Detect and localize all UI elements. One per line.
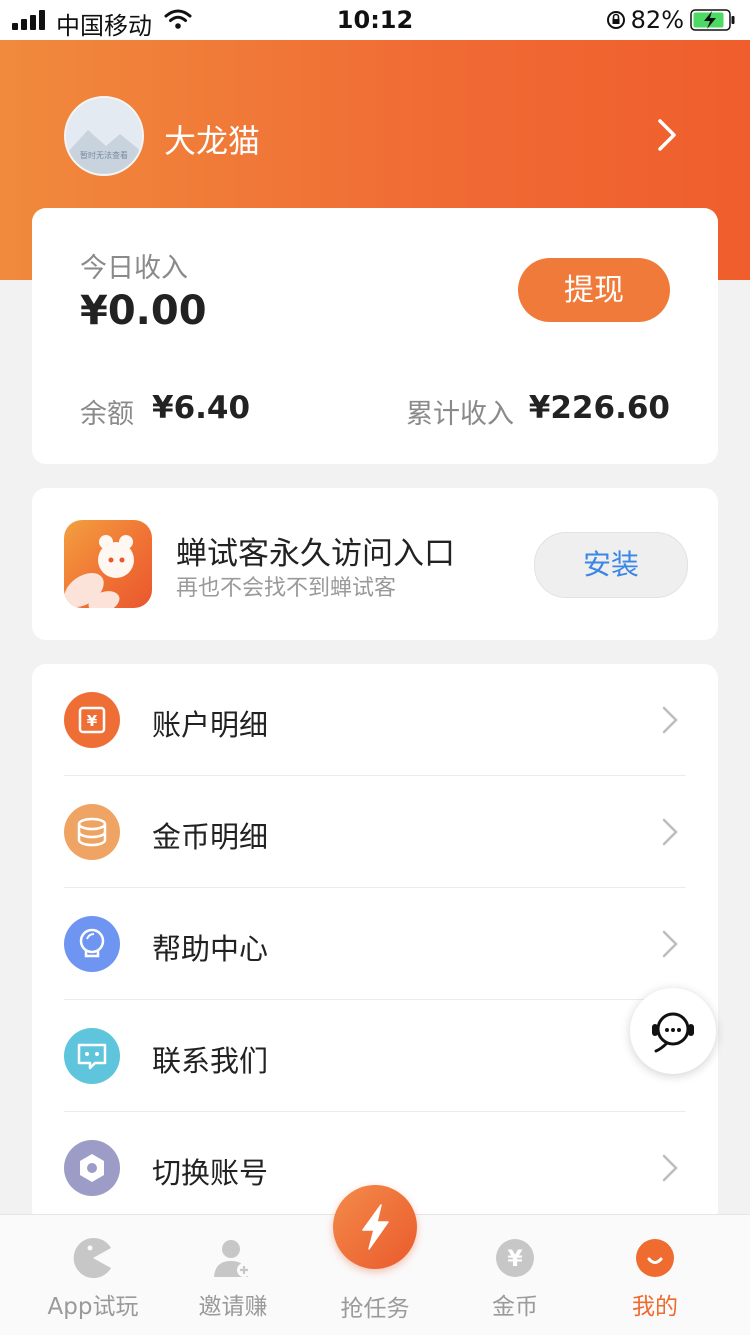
add-user-icon <box>214 1240 251 1277</box>
menu-item-label: 联系我们 <box>152 1044 269 1078</box>
tab-bar: App试玩 邀请赚 抢任务 ¥ 金币 我的 <box>0 1185 750 1335</box>
tab-mine[interactable]: 我的 <box>580 1215 730 1335</box>
tab-label: 金币 <box>492 1294 538 1320</box>
total-income-label: 累计收入 <box>406 399 514 430</box>
menu-item-label: 帮助中心 <box>152 932 269 966</box>
battery-percent: 82% <box>630 6 684 34</box>
balance-value: ¥6.40 <box>152 390 251 426</box>
avatar[interactable]: 暂时无法查看 <box>64 96 144 176</box>
menu-item-coin-details[interactable]: 金币明细 <box>32 776 718 888</box>
menu-item-contact-us[interactable]: 联系我们 <box>32 1000 718 1112</box>
chevron-right-icon <box>662 706 678 734</box>
svg-text:¥: ¥ <box>507 1247 523 1272</box>
today-income-label: 今日收入 <box>80 253 188 284</box>
chevron-right-icon[interactable] <box>656 118 678 152</box>
customer-support-button[interactable] <box>630 988 716 1074</box>
avatar-caption: 暂时无法查看 <box>80 151 128 160</box>
rotation-lock-icon <box>607 11 625 29</box>
total-income-value: ¥226.60 <box>528 390 670 426</box>
smile-icon <box>636 1239 674 1277</box>
menu-item-label: 账户明细 <box>152 708 269 742</box>
income-card: 今日收入 ¥0.00 提现 余额 ¥6.40 累计收入 ¥226.60 <box>32 208 718 464</box>
tab-coins[interactable]: ¥ 金币 <box>440 1215 590 1335</box>
tab-grab-tasks[interactable]: 抢任务 <box>300 1185 450 1335</box>
coins-stack-icon <box>64 804 120 860</box>
gear-icon <box>64 1140 120 1196</box>
chat-icon <box>64 1028 120 1084</box>
app-logo-icon <box>64 520 152 608</box>
today-income-amount: ¥0.00 <box>80 288 207 334</box>
menu-list: ¥ 账户明细 金币明细 帮助中心 联系我们 切换账号 <box>32 664 718 1224</box>
menu-item-label: 金币明细 <box>152 820 269 854</box>
headset-icon <box>652 1012 694 1053</box>
menu-item-account-details[interactable]: ¥ 账户明细 <box>32 664 718 776</box>
promo-subtitle: 再也不会找不到蝉试客 <box>176 576 397 601</box>
status-bar: 中国移动 10:12 82% <box>0 0 750 40</box>
withdraw-button[interactable]: 提现 <box>518 258 670 322</box>
svg-text:¥: ¥ <box>87 712 98 730</box>
chevron-right-icon <box>662 930 678 958</box>
tab-label: App试玩 <box>47 1294 139 1320</box>
promo-card: 蝉试客永久访问入口 再也不会找不到蝉试客 安装 <box>32 488 718 640</box>
menu-item-help-center[interactable]: 帮助中心 <box>32 888 718 1000</box>
username: 大龙猫 <box>164 122 261 160</box>
battery-charging-icon <box>690 9 735 31</box>
menu-item-label: 切换账号 <box>152 1156 269 1190</box>
tab-invite[interactable]: 邀请赚 <box>158 1215 308 1335</box>
install-button[interactable]: 安装 <box>534 532 688 598</box>
balance-label: 余额 <box>80 399 134 430</box>
pacman-icon <box>73 1238 111 1278</box>
lightbulb-icon <box>64 916 120 972</box>
tab-label: 抢任务 <box>340 1296 410 1322</box>
tab-app-trial[interactable]: App试玩 <box>18 1215 168 1335</box>
image-placeholder-icon <box>66 98 142 174</box>
promo-title: 蝉试客永久访问入口 <box>176 536 455 572</box>
coin-icon: ¥ <box>496 1239 534 1277</box>
tab-label: 我的 <box>632 1294 678 1320</box>
chevron-right-icon <box>662 1154 678 1182</box>
tab-label: 邀请赚 <box>198 1294 268 1320</box>
lightning-icon <box>333 1185 417 1269</box>
yuan-icon: ¥ <box>64 692 120 748</box>
chevron-right-icon <box>662 818 678 846</box>
